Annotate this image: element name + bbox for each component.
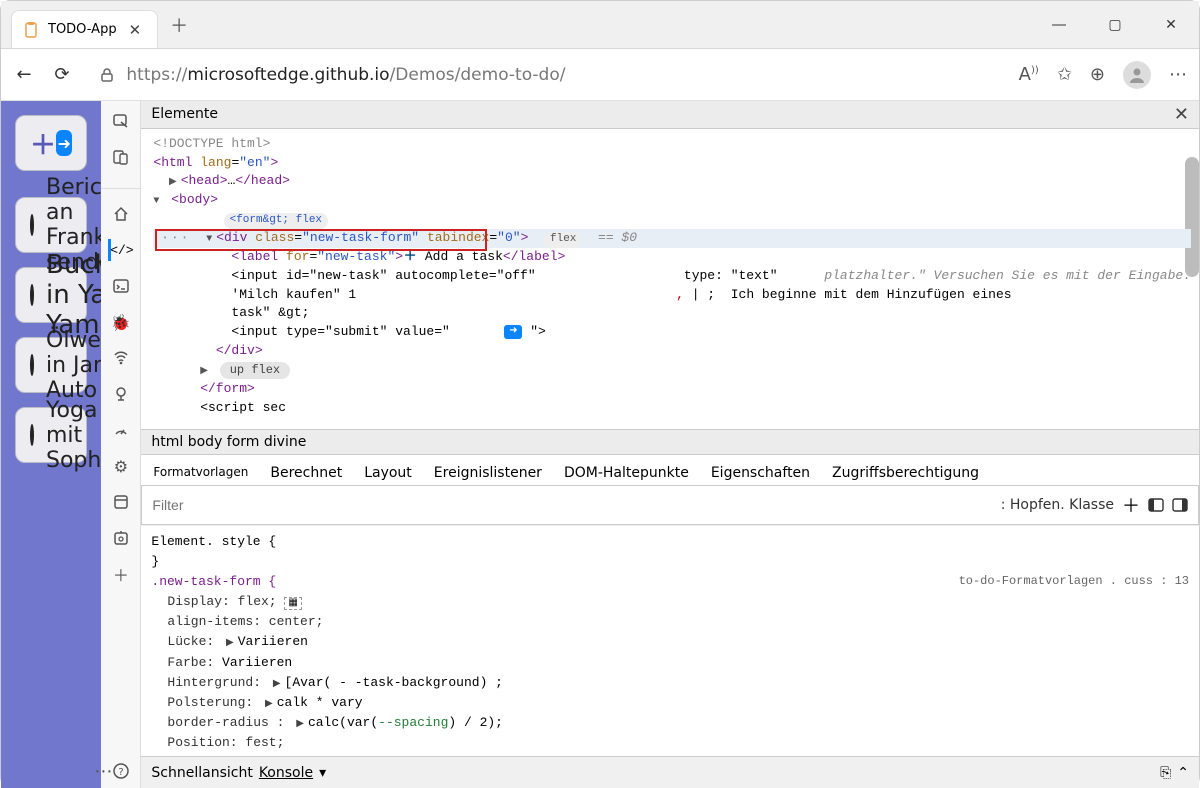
new-style-icon[interactable]: ＋ bbox=[1122, 492, 1140, 518]
inspect-icon[interactable] bbox=[110, 111, 132, 133]
styles-subtabs: Formatvorlagen Berechnet Layout Ereignis… bbox=[141, 455, 1199, 485]
tab-title: TODO-App bbox=[48, 22, 117, 37]
tab-favicon bbox=[24, 22, 40, 38]
todo-app-pane: ＋ ➜ Bericht an Frank senden Buchtisch in… bbox=[1, 101, 101, 788]
new-task-form[interactable]: ＋ ➜ bbox=[15, 115, 87, 171]
dom-tree[interactable]: <!DOCTYPE html> <html lang="en"> <head>…… bbox=[141, 129, 1199, 429]
task-checkbox[interactable] bbox=[30, 424, 34, 446]
collections-icon[interactable]: ⊕ bbox=[1090, 64, 1105, 85]
submit-task-button[interactable]: ➜ bbox=[56, 130, 72, 156]
toggle-panel2-icon[interactable] bbox=[1172, 498, 1188, 512]
task-item[interactable]: Bericht an Frank senden bbox=[15, 197, 87, 253]
subtab-props[interactable]: Eigenschaften bbox=[709, 461, 812, 485]
task-label: Buchtisch in Yam Yam bbox=[46, 250, 101, 340]
favorite-icon[interactable]: ✩ bbox=[1057, 64, 1072, 85]
scrollbar[interactable] bbox=[1185, 157, 1199, 277]
devtools-header: Elemente ✕ bbox=[141, 101, 1199, 129]
devtools-sidebar: </> 🐞 ⚙ ＋ ⋯ ? bbox=[101, 101, 141, 788]
subtab-layout[interactable]: Layout bbox=[362, 461, 414, 485]
profile-avatar[interactable] bbox=[1123, 61, 1151, 89]
task-checkbox[interactable] bbox=[30, 214, 34, 236]
devtools-footer: Schnellansicht Konsole ▾ ⎘ ⌃ bbox=[141, 756, 1199, 788]
address-bar: ← ⟳ https://microsoftedge.github.io/Demo… bbox=[1, 49, 1199, 101]
security-icon[interactable] bbox=[110, 527, 132, 549]
subtab-listeners[interactable]: Ereignislistener bbox=[432, 461, 544, 485]
more-icon[interactable]: ⋯ bbox=[94, 761, 112, 782]
svg-text:?: ? bbox=[118, 767, 123, 778]
window-titlebar: TODO-App ✕ ＋ ― ▢ ✕ bbox=[1, 1, 1199, 49]
welcome-icon[interactable] bbox=[110, 203, 132, 225]
memory-icon[interactable] bbox=[110, 383, 132, 405]
close-tab-icon[interactable]: ✕ bbox=[125, 21, 146, 39]
back-button[interactable]: ← bbox=[13, 64, 35, 85]
collapse-icon[interactable]: ⌃ bbox=[1177, 765, 1189, 781]
help-icon[interactable]: ? bbox=[110, 760, 132, 782]
task-item[interactable]: Buchtisch in Yam Yam bbox=[15, 267, 87, 323]
task-checkbox[interactable] bbox=[30, 284, 34, 306]
breadcrumb[interactable]: html body form divine bbox=[141, 429, 1199, 455]
console-icon[interactable] bbox=[110, 275, 132, 297]
devtools-pane: </> 🐞 ⚙ ＋ ⋯ ? Elemente ✕ <!DOCTYPE html>… bbox=[101, 101, 1199, 788]
styles-filter-row: : Hopfen. Klasse ＋ bbox=[141, 485, 1199, 525]
close-devtools-icon[interactable]: ✕ bbox=[1174, 104, 1189, 125]
issues-icon[interactable]: ⎘ bbox=[1160, 765, 1171, 781]
device-icon[interactable] bbox=[110, 147, 132, 169]
flex-badge-icon[interactable]: ▦ bbox=[284, 597, 301, 610]
menu-icon[interactable]: ⋯ bbox=[1169, 64, 1187, 85]
settings-icon[interactable]: ⚙ bbox=[110, 455, 132, 477]
read-aloud-icon[interactable]: A)) bbox=[1019, 64, 1039, 85]
performance-icon[interactable] bbox=[110, 419, 132, 441]
network-icon[interactable] bbox=[110, 347, 132, 369]
lock-icon bbox=[99, 67, 121, 83]
task-item[interactable]: Yoga mit Sophie bbox=[15, 407, 87, 463]
url-field[interactable]: https://microsoftedge.github.io/Demos/de… bbox=[89, 59, 1003, 91]
minimize-button[interactable]: ― bbox=[1031, 1, 1087, 49]
subtab-a11y[interactable]: Zugriffsberechtigung bbox=[830, 461, 981, 485]
elements-tab-icon[interactable]: </> bbox=[108, 239, 130, 261]
styles-filter-input[interactable] bbox=[152, 497, 992, 513]
subtab-dombp[interactable]: DOM-Haltepunkte bbox=[562, 461, 691, 485]
toggle-panel-icon[interactable] bbox=[1148, 498, 1164, 512]
task-label: Ölwechsel in Jans Auto bbox=[46, 328, 101, 403]
subtab-computed[interactable]: Berechnet bbox=[268, 461, 344, 485]
plus-icon: ＋ bbox=[30, 125, 56, 162]
sources-icon[interactable]: 🐞 bbox=[110, 311, 132, 333]
hov-toggle[interactable]: : Hopfen. Klasse bbox=[1001, 497, 1114, 513]
task-checkbox[interactable] bbox=[30, 354, 34, 376]
add-panel-icon[interactable]: ＋ bbox=[110, 563, 132, 585]
application-icon[interactable] bbox=[110, 491, 132, 513]
close-window-button[interactable]: ✕ bbox=[1143, 1, 1199, 49]
task-label: Yoga mit Sophie bbox=[46, 398, 101, 473]
panel-title: Elemente bbox=[151, 106, 218, 122]
task-item[interactable]: Ölwechsel in Jans Auto bbox=[15, 337, 87, 393]
refresh-button[interactable]: ⟳ bbox=[51, 64, 73, 85]
subtab-styles[interactable]: Formatvorlagen bbox=[151, 461, 250, 485]
browser-tab[interactable]: TODO-App ✕ bbox=[11, 10, 158, 48]
styles-pane[interactable]: Element. style { } .new-task-form { to-d… bbox=[141, 525, 1199, 757]
chevron-down-icon[interactable]: ▾ bbox=[319, 765, 326, 781]
new-tab-button[interactable]: ＋ bbox=[158, 2, 200, 48]
maximize-button[interactable]: ▢ bbox=[1087, 1, 1143, 49]
